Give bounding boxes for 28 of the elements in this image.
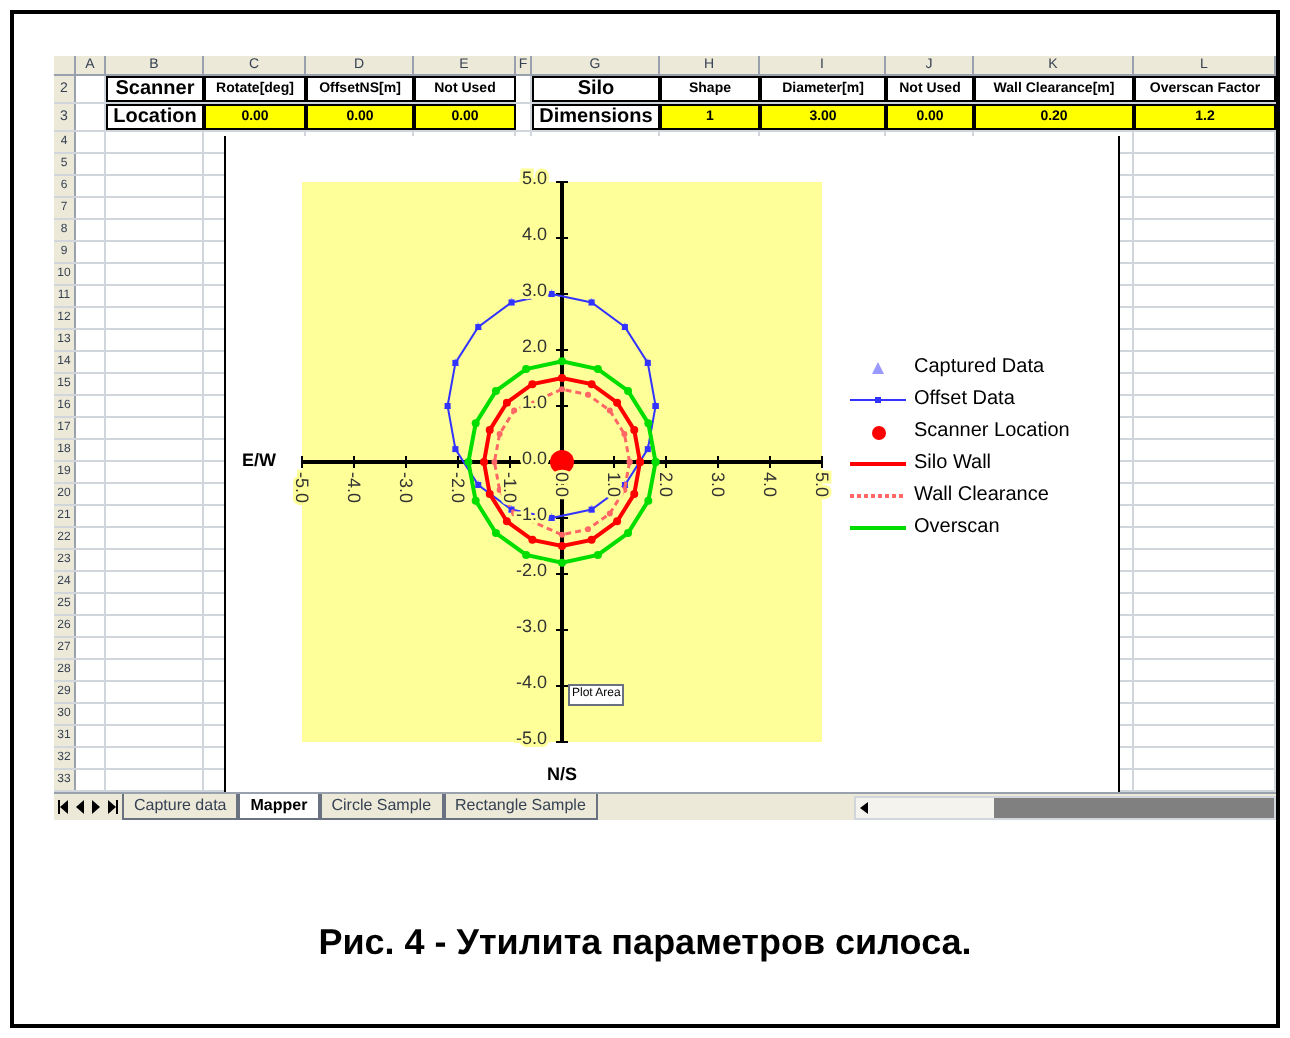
x-tick-label: -4.0: [344, 472, 364, 504]
x-tick-label: -1.0: [500, 472, 520, 504]
x-tick-label: 2.0: [656, 472, 676, 498]
x-tick-label: -3.0: [396, 472, 416, 504]
y-tick-label: 5.0: [521, 168, 547, 188]
legend-label: Silo Wall: [914, 452, 992, 476]
x-tick-label: 3.0: [708, 472, 728, 498]
y-tick-label: -3.0: [515, 616, 547, 636]
x-tick-label: 1.0: [604, 472, 624, 498]
x-tick-label: 5.0: [812, 472, 832, 498]
y-tick-label: 2.0: [521, 336, 547, 356]
y-tick-label: -4.0: [515, 672, 547, 692]
x-axis-title: N/S: [547, 764, 577, 784]
y-axis-title: E/W: [242, 450, 276, 470]
x-tick-label: 0.0: [552, 472, 572, 498]
y-tick-label: 4.0: [521, 224, 547, 244]
figure-caption: Рис. 4 - Утилита параметров силоса.: [318, 919, 972, 966]
y-tick-label: 3.0: [521, 280, 547, 300]
legend-label: Offset Data: [914, 388, 1015, 412]
x-tick-label: -5.0: [292, 472, 312, 504]
legend-label: Scanner Location: [914, 420, 1070, 444]
legend-label: Captured Data: [914, 356, 1045, 380]
y-tick-label: -2.0: [515, 560, 547, 580]
x-tick-label: -2.0: [448, 472, 468, 504]
y-tick-label: -5.0: [515, 728, 547, 748]
x-tick-label: 4.0: [760, 472, 780, 498]
legend-label: Overscan: [914, 516, 1000, 540]
legend-label: Wall Clearance: [914, 484, 1049, 508]
